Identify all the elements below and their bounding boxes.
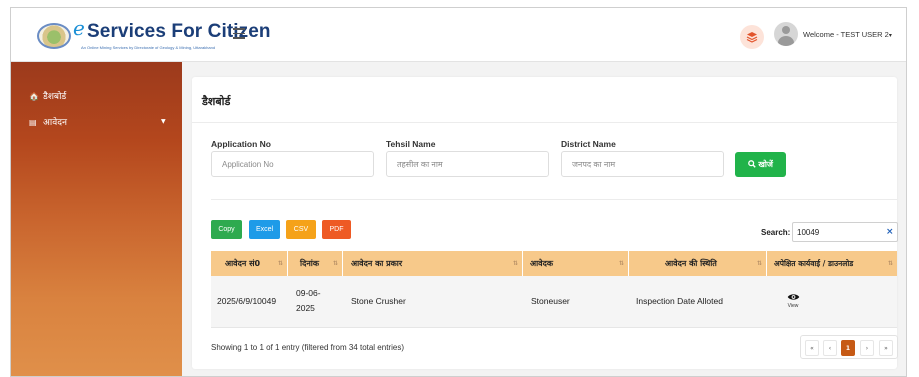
- first-page-button[interactable]: «: [805, 340, 819, 356]
- column-header-date[interactable]: दिनांक ⇅: [288, 251, 343, 276]
- caret-down-icon[interactable]: ▼: [161, 118, 166, 125]
- csv-button[interactable]: CSV: [286, 220, 316, 239]
- card-divider: [192, 122, 897, 123]
- welcome-text: Welcome - TEST USER 2: [803, 30, 889, 39]
- sort-icon: ⇅: [618, 260, 624, 267]
- top-navbar: e Services For Citizen An Online Mining …: [11, 8, 906, 62]
- application-no-label: Application No: [211, 139, 271, 149]
- column-header-applicant[interactable]: आवेदक ⇅: [523, 251, 629, 276]
- column-header-status[interactable]: आवेदन की स्थिति ⇅: [629, 251, 767, 276]
- table-row: 2025/6/9/10049 09-06- 2025 Stone Crusher…: [211, 276, 897, 328]
- cell-applicant: Stoneuser: [531, 296, 570, 306]
- section-divider: [211, 199, 897, 200]
- sort-icon: ⇅: [756, 260, 762, 267]
- home-icon: 🏠: [29, 92, 39, 101]
- page-title: डैशबोर्ड: [202, 95, 231, 108]
- dashboard-card: डैशबोर्ड Application No Tehsil Name Dist…: [192, 77, 898, 369]
- sort-icon: ⇅: [887, 260, 893, 267]
- page-1-button[interactable]: 1: [841, 340, 855, 356]
- cell-application-no: 2025/6/9/10049: [217, 296, 277, 306]
- chevron-down-icon: ▾: [888, 33, 892, 39]
- column-header-application-type[interactable]: आवेदन का प्रकार ⇅: [343, 251, 523, 276]
- search-button-label: खोजें: [758, 160, 773, 169]
- column-header-action[interactable]: अपेक्षित कार्यवाई / डाउनलोड ⇅: [767, 251, 897, 276]
- cell-status: Inspection Date Alloted: [636, 296, 723, 306]
- user-menu[interactable]: Welcome - TEST USER 2▾: [803, 30, 892, 39]
- hamburger-menu-icon[interactable]: [233, 28, 245, 39]
- sidebar: 🏠 डैशबोर्ड ▤ आवेदन ▼: [11, 62, 182, 376]
- sidebar-item-dashboard[interactable]: 🏠 डैशबोर्ड: [29, 89, 66, 103]
- document-icon: ▤: [29, 118, 37, 127]
- sidebar-item-application[interactable]: ▤ आवेदन: [29, 115, 67, 129]
- district-name-input[interactable]: [561, 151, 724, 177]
- search-icon: [748, 160, 756, 168]
- tehsil-name-label: Tehsil Name: [386, 139, 436, 149]
- eye-icon: [787, 294, 799, 300]
- sidebar-item-label: आवेदन: [43, 118, 67, 128]
- sort-icon: ⇅: [512, 260, 518, 267]
- table-search-input[interactable]: [792, 222, 898, 242]
- logo-subtitle: An Online Mining Services by Directorate…: [81, 45, 216, 50]
- applications-table: आवेदन सं0 ⇅ दिनांक ⇅ आवेदन का प्रकार ⇅ आवेद…: [211, 251, 897, 330]
- pdf-button[interactable]: PDF: [322, 220, 351, 239]
- app-frame: e Services For Citizen An Online Mining …: [10, 7, 907, 377]
- pagination: « ‹ 1 › »: [800, 335, 898, 359]
- tehsil-name-input[interactable]: [386, 151, 549, 177]
- logo-e-letter: e: [73, 16, 85, 40]
- layers-icon[interactable]: [740, 25, 764, 49]
- district-name-label: District Name: [561, 139, 616, 149]
- table-info: Showing 1 to 1 of 1 entry (filtered from…: [211, 343, 404, 352]
- last-page-button[interactable]: »: [879, 340, 893, 356]
- column-header-application-no[interactable]: आवेदन सं0 ⇅: [211, 251, 288, 276]
- cell-date-line1: 09-06-: [296, 288, 321, 298]
- table-search-label: Search:: [761, 228, 791, 237]
- sort-icon: ⇅: [332, 260, 338, 267]
- user-avatar[interactable]: [774, 22, 798, 46]
- sort-icon: ⇅: [277, 260, 283, 267]
- uttarakhand-seal-logo: [37, 23, 71, 49]
- cell-date-line2: 2025: [296, 303, 315, 313]
- application-no-input[interactable]: [211, 151, 374, 177]
- table-header: आवेदन सं0 ⇅ दिनांक ⇅ आवेदन का प्रकार ⇅ आवेद…: [211, 251, 897, 276]
- excel-button[interactable]: Excel: [249, 220, 280, 239]
- copy-button[interactable]: Copy: [211, 220, 242, 239]
- view-label: View: [787, 303, 799, 309]
- search-button[interactable]: खोजें: [735, 152, 786, 177]
- cell-application-type: Stone Crusher: [351, 296, 406, 306]
- next-page-button[interactable]: ›: [860, 340, 874, 356]
- sidebar-item-label: डैशबोर्ड: [43, 92, 67, 102]
- previous-page-button[interactable]: ‹: [823, 340, 837, 356]
- view-button[interactable]: View: [783, 293, 803, 309]
- clear-search-icon[interactable]: ×: [886, 227, 894, 237]
